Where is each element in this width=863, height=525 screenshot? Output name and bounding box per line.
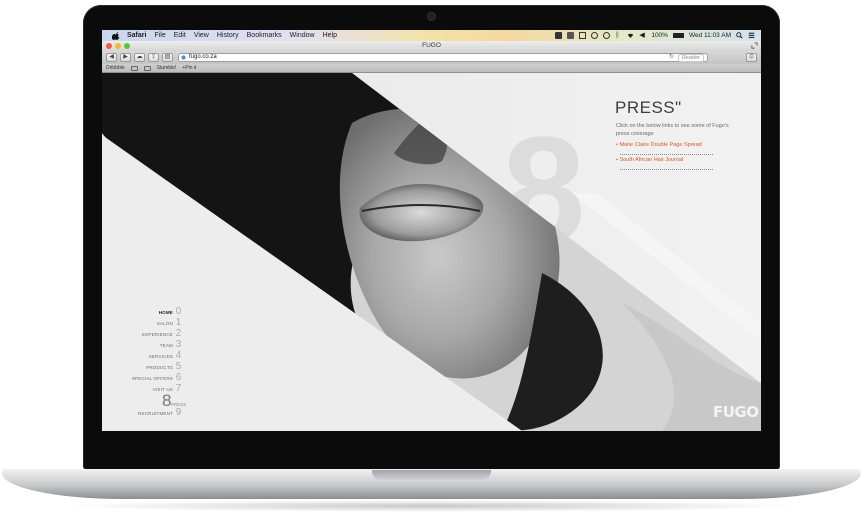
- menubar: Safari File Edit View History Bookmarks …: [102, 30, 761, 41]
- address-bar[interactable]: fugo.co.za ↻ Reader: [178, 53, 708, 62]
- nav-number: 5: [175, 361, 182, 372]
- top-sites-icon[interactable]: [143, 66, 151, 71]
- nav-number: 0: [175, 306, 182, 317]
- notification-center-icon[interactable]: [748, 32, 755, 39]
- window-title: FUGO: [422, 42, 441, 49]
- evernote-icon[interactable]: [567, 32, 575, 39]
- fugo-logo[interactable]: FUGO: [713, 403, 759, 421]
- display-icon[interactable]: [579, 32, 587, 39]
- nav-label: TEAM: [159, 343, 173, 348]
- menu-bookmarks[interactable]: Bookmarks: [247, 30, 282, 41]
- press-link-marie-claire[interactable]: • Marie Claire Double Page Spread: [616, 142, 702, 148]
- clock[interactable]: Wed 11:03 AM: [689, 30, 731, 41]
- divider: [620, 169, 713, 170]
- nav-number: 9: [175, 407, 182, 418]
- camera-icon: [428, 13, 435, 20]
- webpage: 8 PRESS" Click on the below links to see…: [102, 73, 761, 431]
- close-window-button[interactable]: [106, 43, 112, 49]
- browser-toolbar: ◀ ▶ ☁ ⇪ ▤ fugo.co.za ↻ Reader ⊙: [102, 51, 761, 64]
- sidebar-button[interactable]: ▤: [162, 53, 173, 62]
- nav-number: 2: [175, 328, 182, 339]
- reader-button[interactable]: Reader: [677, 54, 704, 62]
- dropbox-icon[interactable]: [555, 32, 563, 39]
- bookmark-item[interactable]: Dribbble: [106, 64, 125, 72]
- nav-label: RECRUITMENT: [138, 411, 173, 416]
- bluetooth-icon[interactable]: ᛒ: [615, 32, 622, 39]
- time-machine-icon[interactable]: [603, 32, 611, 39]
- menu-safari[interactable]: Safari: [127, 30, 146, 41]
- address-url: fugo.co.za: [189, 54, 217, 60]
- nav-label: SERVICES: [148, 354, 173, 359]
- battery-percent: 100%: [651, 32, 668, 39]
- laptop-shadow: [60, 500, 803, 512]
- press-description: Click on the below links to see some of …: [616, 123, 729, 137]
- wifi-icon[interactable]: [627, 32, 634, 39]
- window-titlebar: FUGO: [102, 41, 761, 51]
- nav-item-experience[interactable]: EXPERIENCE 2: [119, 328, 182, 339]
- reload-icon[interactable]: ↻: [669, 54, 674, 61]
- press-heading: PRESS": [615, 98, 682, 117]
- bookmark-item[interactable]: Stumble!: [157, 64, 177, 72]
- menu-history[interactable]: History: [217, 30, 239, 41]
- press-link-hair-journal[interactable]: • South African Hair Journal: [616, 157, 683, 163]
- nav-number: 1: [175, 317, 182, 328]
- nav-item-products[interactable]: PRODUCTS 5: [119, 361, 182, 372]
- volume-icon[interactable]: ◀: [639, 32, 646, 39]
- screen: Safari File Edit View History Bookmarks …: [102, 30, 761, 431]
- laptop-notch: [372, 470, 491, 480]
- reading-list-icon[interactable]: [130, 66, 138, 71]
- nav-label: HOME: [158, 310, 173, 315]
- menu-edit[interactable]: Edit: [174, 30, 186, 41]
- menu-file[interactable]: File: [154, 30, 165, 41]
- nav-number: 4: [175, 350, 182, 361]
- site-globe-icon: [181, 55, 186, 60]
- forward-button[interactable]: ▶: [120, 53, 131, 62]
- menu-view[interactable]: View: [194, 30, 209, 41]
- fullscreen-icon[interactable]: [751, 42, 758, 49]
- nav-number: 3: [175, 339, 182, 350]
- menu-help[interactable]: Help: [323, 30, 337, 41]
- nav-item-special-offers[interactable]: SPECIAL OFFERS 6: [109, 372, 182, 383]
- nav-number: 6: [175, 372, 182, 383]
- icloud-tabs-button[interactable]: ☁: [134, 53, 145, 62]
- battery-icon[interactable]: [672, 33, 684, 38]
- nav-item-recruitment[interactable]: RECRUITMENT 9: [109, 407, 182, 418]
- nav-label: PRODUCTS: [146, 365, 173, 370]
- downloads-button[interactable]: ⊙: [746, 53, 757, 62]
- nav-item-home[interactable]: HOME 0: [129, 306, 182, 317]
- window-controls: [106, 43, 130, 49]
- nav-item-salon[interactable]: SALON 1: [129, 317, 182, 328]
- bookmark-item[interactable]: +Pin it: [182, 64, 196, 72]
- sync-icon[interactable]: [591, 32, 599, 39]
- bookmarks-bar: Dribbble Stumble! +Pin it: [102, 64, 761, 73]
- zoom-window-button[interactable]: [124, 43, 130, 49]
- nav-label: EXPERIENCE: [141, 332, 173, 337]
- status-area: ᛒ ◀ 100% Wed 11:03 AM: [555, 30, 755, 41]
- spotlight-search-icon[interactable]: [736, 32, 743, 39]
- nav-label: SPECIAL OFFERS: [131, 376, 173, 381]
- apple-icon[interactable]: [112, 31, 121, 40]
- share-button[interactable]: ⇪: [148, 53, 159, 62]
- divider: [620, 154, 713, 155]
- nav-label: SALON: [156, 321, 173, 326]
- nav-item-team[interactable]: TEAM 3: [129, 339, 182, 350]
- back-button[interactable]: ◀: [106, 53, 117, 62]
- minimize-window-button[interactable]: [115, 43, 121, 49]
- nav-item-services[interactable]: SERVICES 4: [119, 350, 182, 361]
- menu-window[interactable]: Window: [290, 30, 315, 41]
